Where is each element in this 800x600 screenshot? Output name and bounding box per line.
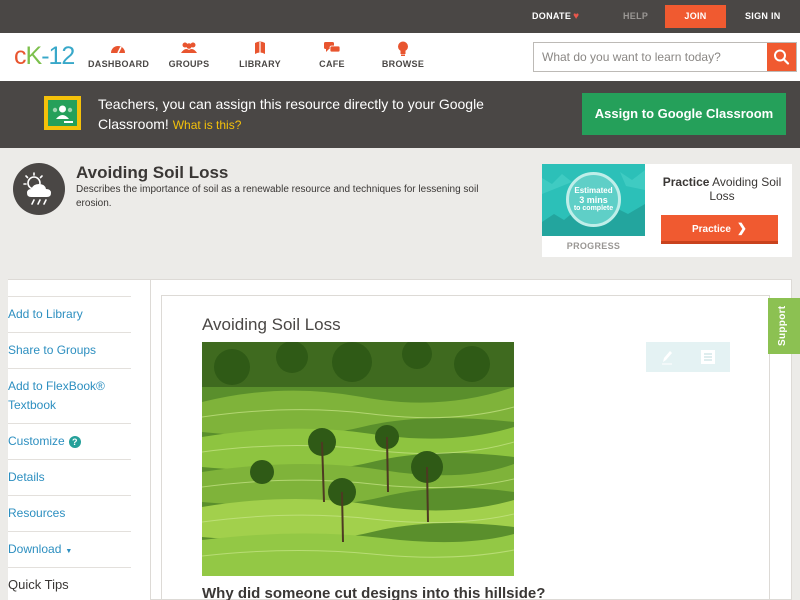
donate-link[interactable]: DONATE ♥ xyxy=(532,11,579,22)
support-label: Support xyxy=(777,305,788,346)
assign-google-classroom-button[interactable]: Assign to Google Classroom xyxy=(582,93,786,135)
practice-button-label: Practice xyxy=(692,224,731,235)
sidebar-item-details[interactable]: Details xyxy=(8,459,131,487)
practice-title: Practice Avoiding Soil Loss xyxy=(652,175,792,203)
sidebar-item-download[interactable]: Download ▼ xyxy=(8,531,131,561)
nav-browse[interactable]: BROWSE xyxy=(380,41,426,69)
sidebar-item-add-flexbook[interactable]: Add to FlexBook® Textbook xyxy=(8,368,131,415)
sidebar-item-resources[interactable]: Resources xyxy=(8,495,131,523)
support-tab[interactable]: Support xyxy=(768,298,800,354)
sign-in-link[interactable]: SIGN IN xyxy=(745,11,781,21)
practice-title-rest: Avoiding Soil Loss xyxy=(709,175,782,203)
groups-icon xyxy=(166,41,212,59)
nav-dashboard-label: DASHBOARD xyxy=(88,59,150,69)
lesson-question: Why did someone cut designs into this hi… xyxy=(202,585,546,600)
notes-icon[interactable] xyxy=(700,349,716,370)
progress-graphic: Estimated 3 mins to complete xyxy=(542,164,645,236)
quick-tips-heading: Quick Tips xyxy=(8,567,131,592)
donate-label: DONATE xyxy=(532,11,572,21)
caret-down-icon: ▼ xyxy=(65,548,73,555)
nav-cafe-label: CAFE xyxy=(319,59,345,69)
cafe-chat-icon xyxy=(316,41,348,59)
nav-groups-label: GROUPS xyxy=(168,59,210,69)
weather-cloud-icon xyxy=(13,163,65,215)
sidebar-item-add-library[interactable]: Add to Library xyxy=(8,296,131,324)
nav-dashboard[interactable]: DASHBOARD xyxy=(88,41,150,69)
google-classroom-banner: Teachers, you can assign this resource d… xyxy=(0,81,800,148)
pencil-icon[interactable] xyxy=(660,349,674,370)
nav-library-label: LIBRARY xyxy=(239,59,281,69)
google-classroom-icon xyxy=(44,96,81,130)
banner-text: Teachers, you can assign this resource d… xyxy=(98,94,518,135)
search-input[interactable] xyxy=(534,43,768,71)
search-icon xyxy=(774,49,790,65)
page-description: Describes the importance of soil as a re… xyxy=(76,184,479,209)
nav-library[interactable]: LIBRARY xyxy=(238,41,282,69)
practice-button[interactable]: Practice ❯ xyxy=(661,215,778,244)
join-button[interactable]: JOIN xyxy=(665,5,726,28)
dashboard-icon xyxy=(88,41,148,59)
search-button[interactable] xyxy=(767,43,796,71)
annotation-toolbar xyxy=(646,342,730,372)
practice-panel: Estimated 3 mins to complete PROGRESS Pr… xyxy=(542,164,792,257)
ck12-logo[interactable]: cK-12 xyxy=(14,42,75,71)
chevron-right-icon: ❯ xyxy=(736,221,747,235)
practice-title-bold: Practice xyxy=(662,175,710,189)
to-complete-label: to complete xyxy=(573,205,614,212)
estimated-time-badge: Estimated 3 mins to complete xyxy=(566,172,621,227)
nav-groups[interactable]: GROUPS xyxy=(166,41,212,69)
lightbulb-icon xyxy=(380,41,426,59)
logo-c: c xyxy=(14,42,26,70)
estimated-label: Estimated xyxy=(574,186,613,195)
top-bar: DONATE ♥ HELP JOIN SIGN IN xyxy=(0,0,800,33)
sidebar-item-share-groups[interactable]: Share to Groups xyxy=(8,332,131,360)
what-is-this-link[interactable]: What is this? xyxy=(173,118,242,132)
estimated-duration: 3 mins xyxy=(579,195,608,205)
rice-terraces-image xyxy=(202,342,514,576)
customize-label: Customize xyxy=(8,434,65,448)
heart-icon: ♥ xyxy=(573,11,580,22)
progress-label: PROGRESS xyxy=(566,241,621,251)
search-bar xyxy=(533,42,797,72)
help-link[interactable]: HELP xyxy=(623,11,648,21)
help-question-icon[interactable]: ? xyxy=(68,436,81,448)
logo-k: K xyxy=(25,42,43,70)
lesson-title: Avoiding Soil Loss xyxy=(202,315,341,334)
banner-message: Teachers, you can assign this resource d… xyxy=(98,96,484,132)
download-label: Download xyxy=(8,542,62,556)
logo-num: -12 xyxy=(41,42,75,70)
sidebar-item-customize[interactable]: Customize? xyxy=(8,423,131,451)
page-title: Avoiding Soil Loss xyxy=(76,163,229,182)
main-nav: cK-12 DASHBOARD GROUPS LIBRARY CAFE BROW… xyxy=(0,33,800,81)
library-icon xyxy=(238,41,282,59)
nav-cafe[interactable]: CAFE xyxy=(316,41,348,69)
nav-browse-label: BROWSE xyxy=(381,59,425,69)
